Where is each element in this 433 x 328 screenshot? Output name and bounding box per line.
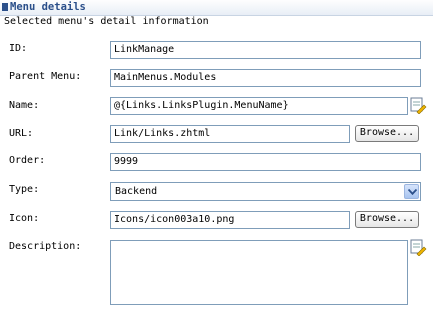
chevron-down-icon[interactable] xyxy=(404,184,419,199)
panel-title: Menu details xyxy=(10,1,86,13)
parent-menu-label: Parent Menu: xyxy=(9,71,82,82)
panel-subtitle: Selected menu's detail information xyxy=(4,16,209,27)
parent-menu-field[interactable]: MainMenus.Modules xyxy=(110,69,421,87)
url-label: URL: xyxy=(9,128,34,139)
id-label: ID: xyxy=(9,43,28,54)
description-textarea[interactable] xyxy=(110,240,408,305)
type-select[interactable]: Backend xyxy=(110,182,421,201)
order-field[interactable]: 9999 xyxy=(110,153,421,171)
order-label: Order: xyxy=(9,155,46,166)
name-field[interactable]: @{Links.LinksPlugin.MenuName} xyxy=(110,97,408,115)
type-select-value: Backend xyxy=(115,186,158,197)
url-field[interactable]: Link/Links.zhtml xyxy=(110,125,350,143)
url-browse-button[interactable]: Browse... xyxy=(355,125,419,142)
icon-label: Icon: xyxy=(9,213,40,224)
header-mark xyxy=(2,3,8,11)
edit-resource-icon[interactable] xyxy=(409,96,427,114)
type-label: Type: xyxy=(9,184,40,195)
icon-field[interactable]: Icons/icon003a10.png xyxy=(110,211,350,229)
edit-resource-icon[interactable] xyxy=(409,238,427,256)
icon-browse-button[interactable]: Browse... xyxy=(355,211,419,228)
description-label: Description: xyxy=(9,241,82,252)
panel-header: Menu details xyxy=(0,0,433,16)
name-label: Name: xyxy=(9,100,40,111)
id-field[interactable]: LinkManage xyxy=(110,41,421,59)
